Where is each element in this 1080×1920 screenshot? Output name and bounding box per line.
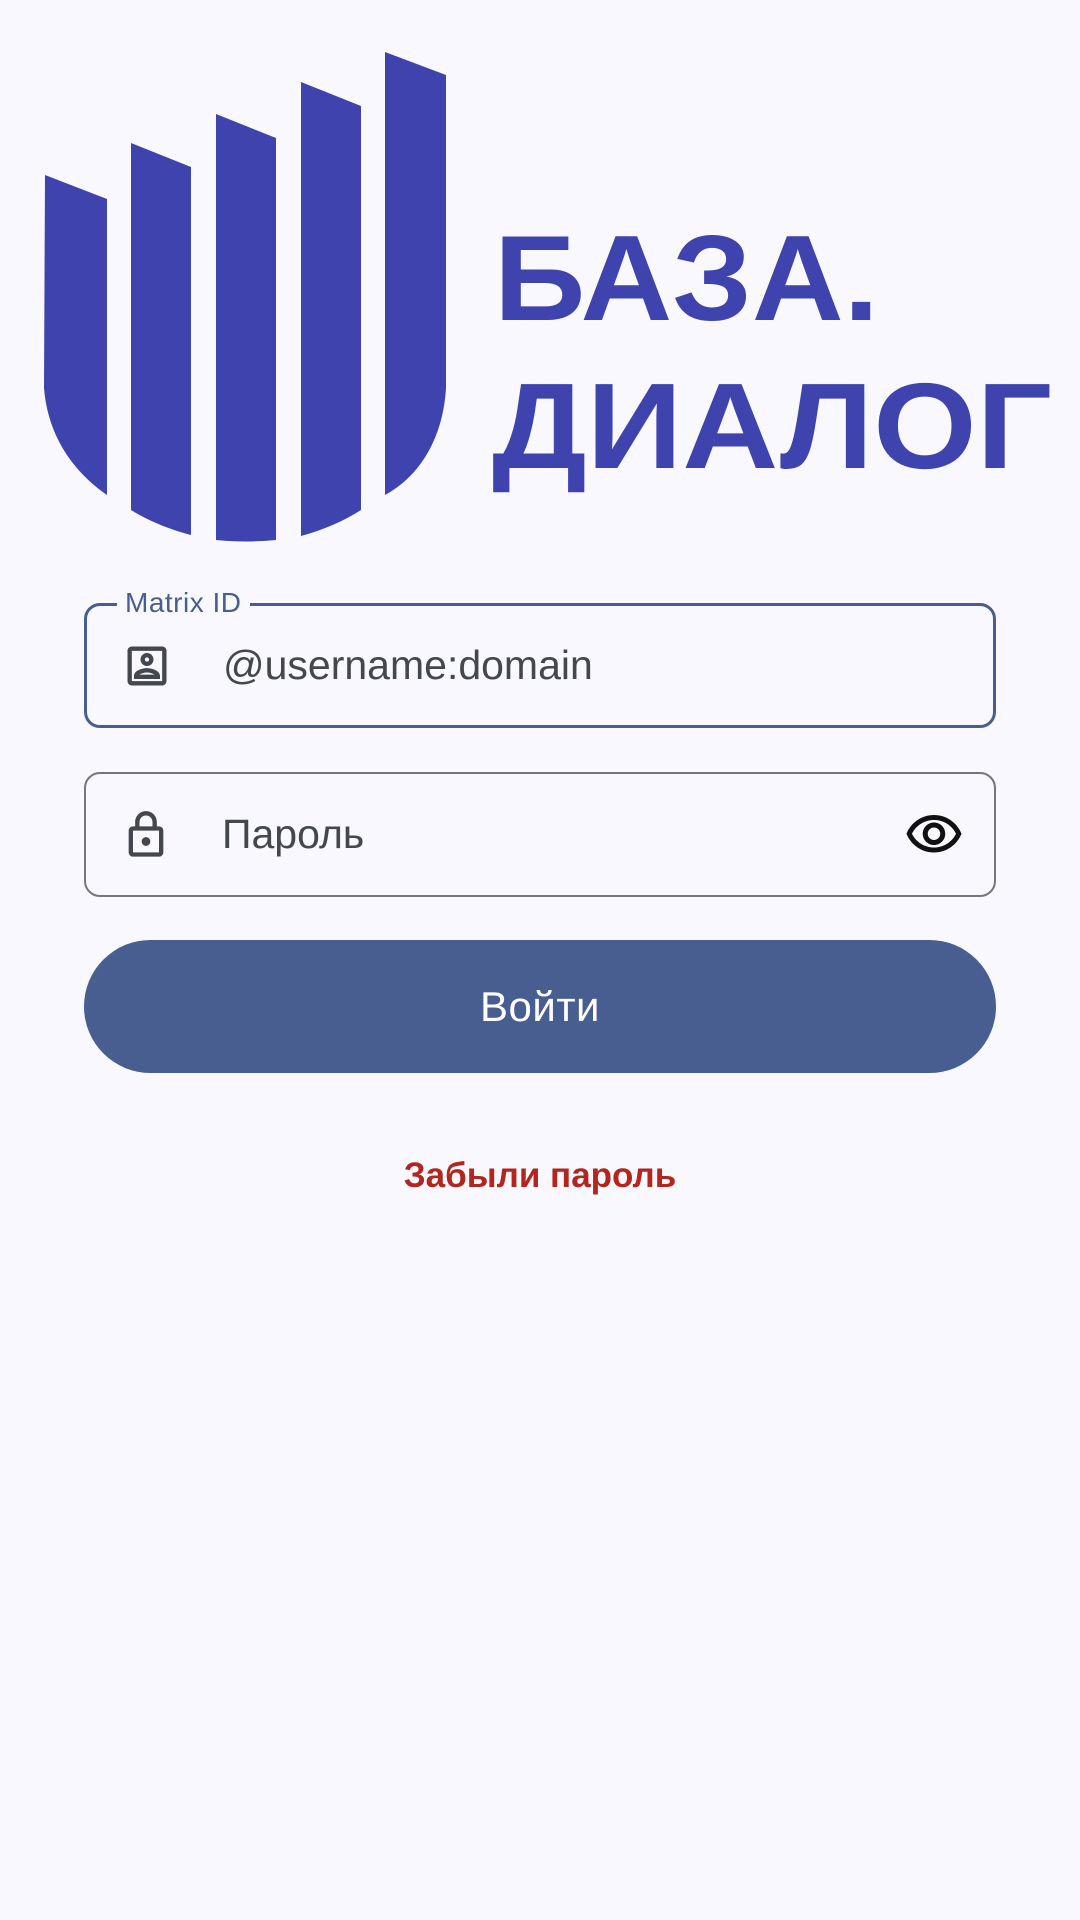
account-box-icon bbox=[127, 646, 167, 685]
password-input[interactable] bbox=[222, 804, 874, 865]
login-button[interactable]: Войти bbox=[84, 940, 996, 1073]
forgot-password-link[interactable]: Забыли пароль bbox=[0, 1156, 1080, 1196]
logo-line-1: БАЗА. bbox=[494, 210, 879, 346]
app-logo: БАЗА. ДИАЛОГ bbox=[40, 48, 1060, 548]
lock-icon bbox=[128, 810, 164, 857]
matrix-id-label: Matrix ID bbox=[117, 585, 250, 621]
logo-line-2: ДИАЛОГ bbox=[492, 358, 1052, 494]
login-button-label: Войти bbox=[479, 982, 601, 1030]
matrix-id-field[interactable]: Matrix ID bbox=[84, 585, 996, 728]
logo-wordmark: БАЗА. ДИАЛОГ bbox=[492, 210, 1052, 494]
password-field[interactable] bbox=[84, 772, 996, 897]
eye-icon bbox=[906, 814, 962, 852]
matrix-id-input[interactable] bbox=[223, 635, 873, 696]
login-screen: БАЗА. ДИАЛОГ Matrix ID Войти Забыли паро… bbox=[0, 0, 1080, 1920]
logo-shield-icon bbox=[44, 52, 446, 542]
show-password-button[interactable] bbox=[902, 803, 966, 867]
